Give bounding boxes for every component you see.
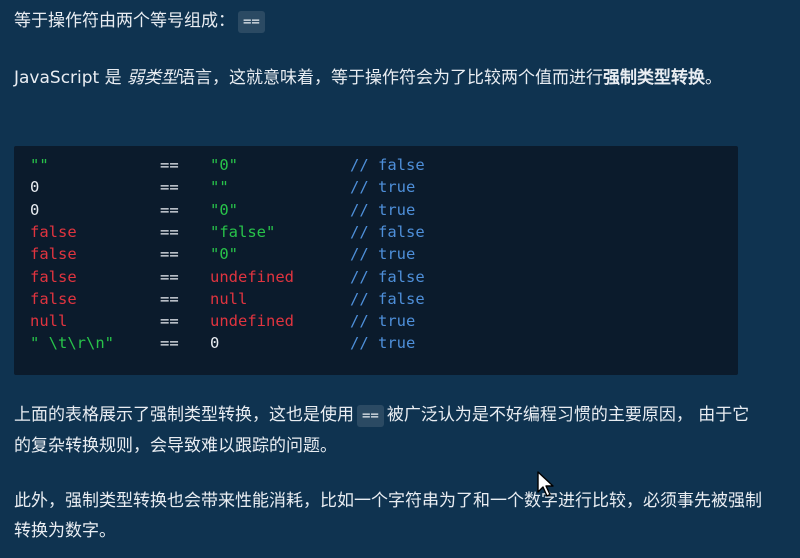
code-comment: // false: [350, 156, 425, 174]
weak-typing-prefix: JavaScript 是: [14, 68, 128, 88]
code-right-operand: "0": [210, 200, 238, 219]
table-note-operator-code: ==: [357, 405, 384, 427]
code-left-operand: " \t\r\n": [30, 334, 114, 353]
intro-paragraph: 等于操作符由两个等号组成： ==: [14, 6, 268, 37]
code-comment: // false: [350, 267, 425, 286]
code-block: "" == "0" // false 0 == "" // true 0 == "0" // true…: [14, 146, 738, 375]
code-left-operand: false: [30, 267, 77, 286]
weak-typing-emphasis: 弱类型: [127, 68, 179, 88]
code-operator: ==: [160, 178, 179, 197]
code-right-operand: "": [210, 178, 229, 197]
code-right-operand: undefined: [210, 267, 294, 286]
table-note-before: 上面的表格展示了强制类型转换，这也是使用: [14, 405, 354, 425]
code-comment: // true: [350, 312, 416, 331]
weak-typing-paragraph: JavaScript 是 弱类型语言，这就意味着，等于操作符会为了比较两个值而进…: [14, 63, 764, 93]
code-left-operand: null: [30, 312, 68, 331]
code-right-operand: "0": [210, 245, 238, 264]
code-operator: ==: [160, 245, 179, 264]
code-left-operand: false: [30, 222, 77, 241]
code-operator: ==: [160, 156, 179, 174]
code-comment: // true: [350, 245, 416, 264]
code-comment: // false: [350, 289, 425, 308]
code-operator: ==: [160, 200, 179, 219]
code-right-operand: 0: [210, 334, 220, 353]
intro-text: 等于操作符由两个等号组成：: [14, 11, 235, 31]
code-operator: ==: [160, 267, 179, 286]
mouse-pointer-icon: [537, 471, 554, 497]
code-left-operand: 0: [30, 178, 40, 197]
code-left-operand: 0: [30, 200, 40, 219]
code-right-operand: undefined: [210, 312, 294, 331]
code-left-operand: "": [30, 156, 49, 174]
performance-note-text: 此外，强制类型转换也会带来性能消耗，比如一个字符串为了和一个数字进行比较，必须事…: [14, 491, 762, 541]
code-right-operand: "false": [210, 222, 276, 241]
table-note-paragraph: 上面的表格展示了强制类型转换，这也是使用 == 被广泛认为是不好编程习惯的主要原因，…: [14, 400, 764, 461]
code-comment: // true: [350, 200, 416, 219]
performance-note-paragraph: 此外，强制类型转换也会带来性能消耗，比如一个字符串为了和一个数字进行比较，必须事…: [14, 486, 764, 546]
code-comment: // true: [350, 178, 416, 197]
code-comment: // false: [350, 222, 425, 241]
code-operator: ==: [160, 289, 179, 308]
code-operator: ==: [160, 222, 179, 241]
code-operator: ==: [160, 312, 179, 331]
weak-typing-suffix: 。: [705, 68, 723, 88]
code-left-operand: false: [30, 289, 77, 308]
code-operator: ==: [160, 334, 179, 353]
code-comment: // true: [350, 334, 416, 353]
weak-typing-middle: 语言，这就意味着，等于操作符会为了比较两个值而进行: [178, 68, 604, 88]
coercion-strong-text: 强制类型转换: [603, 68, 706, 88]
code-right-operand: "0": [210, 156, 238, 174]
code-left-operand: false: [30, 245, 77, 264]
code-right-operand: null: [210, 289, 248, 308]
equality-operator-code: ==: [238, 11, 265, 33]
